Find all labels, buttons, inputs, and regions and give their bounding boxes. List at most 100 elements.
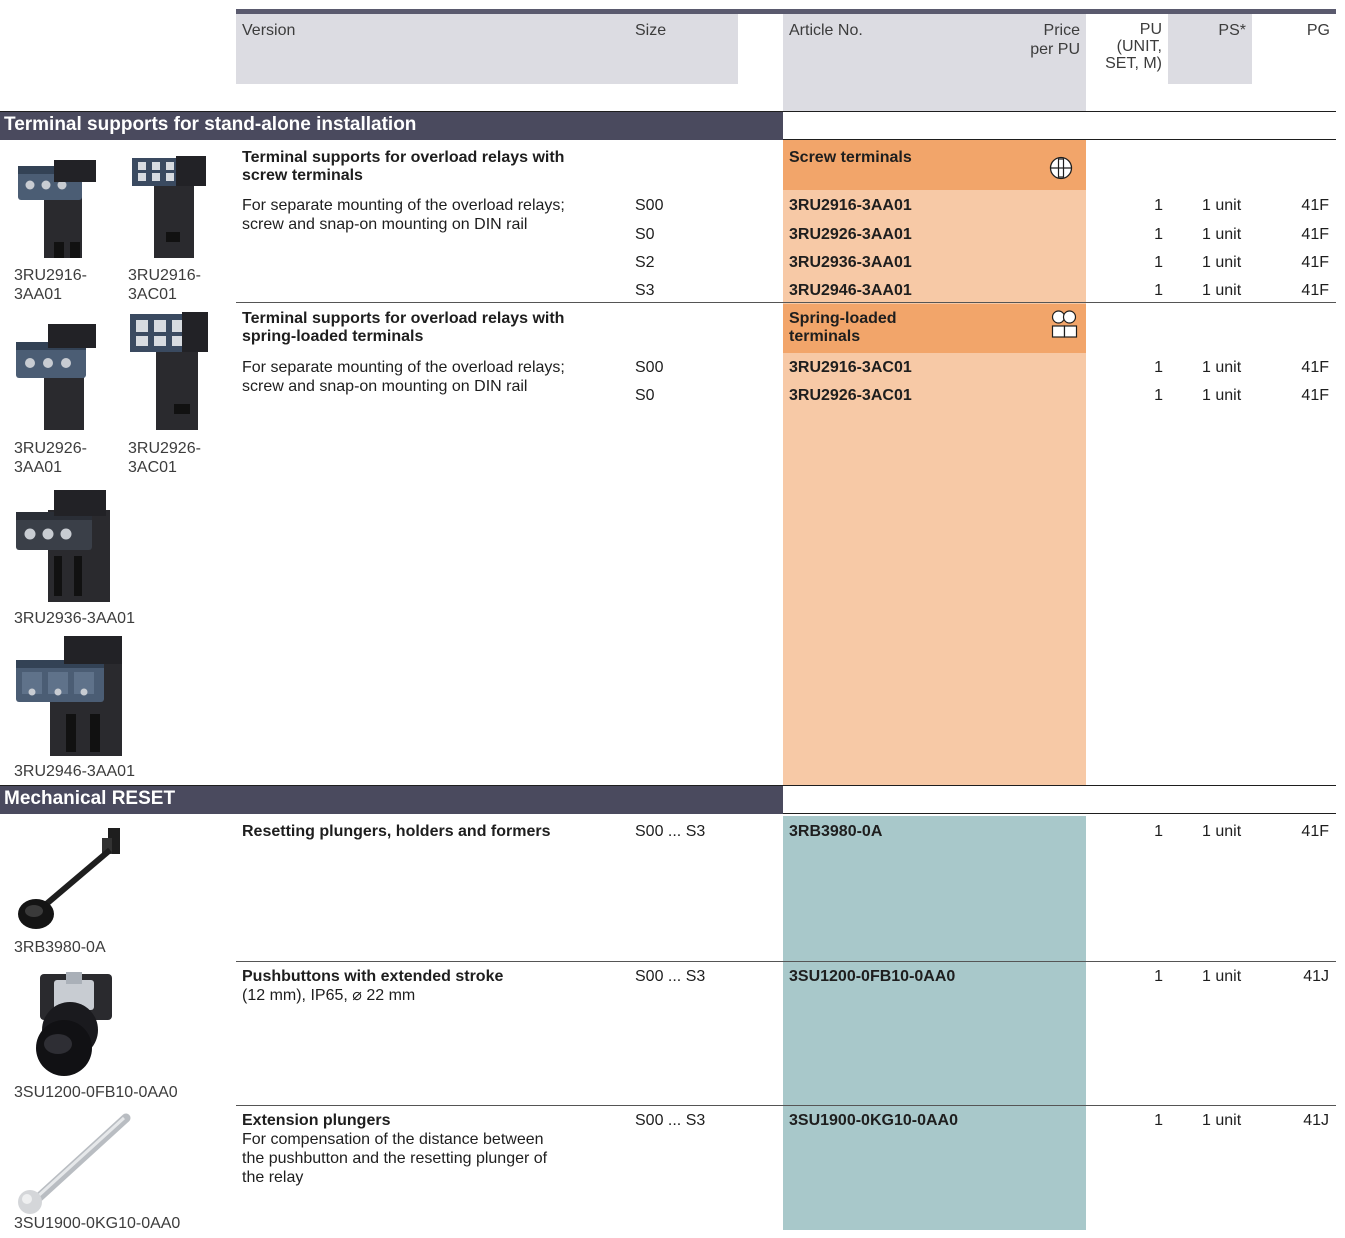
size-cell: S00	[635, 197, 664, 214]
item-title: Resetting plungers, holders and formers	[242, 823, 551, 840]
caption-line2: 3AC01	[128, 459, 177, 476]
pg-cell: 41F	[1301, 359, 1329, 376]
group2-title-line1: Terminal supports for overload relays wi…	[242, 310, 565, 327]
header-pg: PG	[1306, 22, 1330, 39]
header-ps: PS*	[1218, 22, 1246, 39]
product-image-3ru2936-3aa01	[14, 486, 114, 604]
product-image-3ru2946-3aa01	[14, 634, 132, 760]
screw-terminals-label: Screw terminals	[789, 149, 912, 166]
size-cell: S00 ... S3	[635, 1112, 706, 1129]
article-cell: 3RU2936-3AA01	[789, 254, 912, 271]
item-block: Pushbuttons with extended stroke (12 mm)…	[242, 967, 503, 1005]
size-cell: S00 ... S3	[635, 968, 706, 985]
article-cell: 3RU2916-3AA01	[789, 197, 912, 214]
header-pu-line2: (UNIT,	[1116, 38, 1162, 55]
pu-cell: 1	[1154, 823, 1163, 840]
section1-title-bar: Terminal supports for stand-alone instal…	[0, 112, 783, 140]
size-cell: S00 ... S3	[635, 823, 706, 840]
pu-cell: 1	[1154, 387, 1163, 404]
header-pu-line1: PU	[1139, 21, 1162, 38]
spring-terminal-icon	[1050, 309, 1080, 345]
product-image-3rb3980-0a	[14, 824, 134, 934]
group-divider	[236, 302, 1336, 303]
article-cell: 3RU2916-3AC01	[789, 359, 912, 376]
item-divider	[236, 961, 1336, 962]
article-cell: 3RU2926-3AA01	[789, 226, 912, 243]
header-version: Version	[242, 22, 296, 39]
ps-cell: 1 unit	[1202, 282, 1242, 299]
spring-label-line2: terminals	[789, 328, 861, 345]
image-caption: 3RU2916- 3AA01	[14, 266, 87, 304]
size-cell: S3	[635, 282, 655, 299]
ps-cell: 1 unit	[1202, 1112, 1242, 1129]
pu-cell: 1	[1154, 254, 1163, 271]
size-cell: S0	[635, 387, 655, 404]
item-desc-line1: (12 mm), IP65, ⌀ 22 mm	[242, 987, 416, 1004]
image-caption: 3RU2916- 3AC01	[128, 266, 201, 304]
caption-line1: 3RU2926-	[128, 440, 201, 457]
size-cell: S00	[635, 359, 664, 376]
article-cell: 3RU2946-3AA01	[789, 282, 912, 299]
pg-cell: 41F	[1301, 387, 1329, 404]
product-image-3ru2916-3aa01	[14, 152, 104, 262]
screw-terminal-icon	[1048, 155, 1074, 181]
table-row: S3 3RU2946-3AA01 1 1 unit 41F	[0, 281, 1345, 303]
pu-cell: 1	[1154, 359, 1163, 376]
section2-title-rule	[783, 813, 1336, 814]
image-caption: 3RU2926- 3AC01	[128, 439, 201, 477]
article-cell: 3RB3980-0A	[789, 823, 883, 840]
pg-cell: 41J	[1303, 1112, 1329, 1129]
ps-cell: 1 unit	[1202, 197, 1242, 214]
group1-title-line1: Terminal supports for overload relays wi…	[242, 149, 565, 166]
item-title: Extension plungers	[242, 1112, 391, 1129]
image-caption: 3RU2936-3AA01	[14, 610, 135, 627]
pg-cell: 41F	[1301, 197, 1329, 214]
ps-cell: 1 unit	[1202, 254, 1242, 271]
header-article-no: Article No.	[789, 22, 863, 39]
ps-cell: 1 unit	[1202, 968, 1242, 985]
caption-line2: 3AA01	[14, 286, 63, 303]
pg-cell: 41F	[1301, 226, 1329, 243]
product-image-3su1200-0fb10-0aa0	[14, 970, 124, 1080]
ps-cell: 1 unit	[1202, 359, 1242, 376]
header-price-line2: per PU	[1030, 41, 1080, 58]
caption-line2: 3AC01	[128, 286, 177, 303]
product-image-3ru2926-3ac01	[126, 310, 216, 434]
article-column-teal	[783, 816, 1086, 1230]
size-cell: S0	[635, 226, 655, 243]
section2-title-bar: Mechanical RESET	[0, 786, 783, 814]
group2-title-line2: spring-loaded terminals	[242, 328, 424, 345]
pu-cell: 1	[1154, 197, 1163, 214]
product-image-3ru2926-3aa01	[14, 316, 104, 434]
pg-cell: 41F	[1301, 254, 1329, 271]
pg-cell: 41J	[1303, 968, 1329, 985]
header-pu: PU (UNIT, SET, M)	[1080, 21, 1162, 72]
item-desc-line3: the relay	[242, 1169, 304, 1186]
item-desc-line1: For compensation of the distance between	[242, 1131, 544, 1148]
pg-cell: 41F	[1301, 282, 1329, 299]
ps-cell: 1 unit	[1202, 387, 1242, 404]
image-caption: 3RU2926- 3AA01	[14, 439, 87, 477]
caption-line1: 3RU2916-	[128, 267, 201, 284]
image-caption: 3SU1900-0KG10-0AA0	[14, 1215, 181, 1232]
header-pu-line3: SET, M)	[1105, 55, 1162, 72]
caption-line1: 3RU2916-	[14, 267, 87, 284]
group1-title-line2: screw terminals	[242, 167, 363, 184]
pu-cell: 1	[1154, 968, 1163, 985]
spring-terminals-label: Spring-loaded terminals	[789, 310, 897, 346]
pu-cell: 1	[1154, 282, 1163, 299]
group2-title: Terminal supports for overload relays wi…	[242, 310, 564, 346]
header-price: Price per PU	[960, 21, 1080, 59]
item-divider	[236, 1105, 1336, 1106]
header-size: Size	[635, 22, 667, 39]
ps-cell: 1 unit	[1202, 823, 1242, 840]
image-caption: 3RB3980-0A	[14, 939, 106, 956]
item-desc-line2: the pushbutton and the resetting plunger…	[242, 1150, 548, 1167]
caption-line1: 3RU2926-	[14, 440, 87, 457]
image-caption: 3RU2946-3AA01	[14, 763, 135, 780]
caption-line2: 3AA01	[14, 459, 63, 476]
size-cell: S2	[635, 254, 655, 271]
pu-cell: 1	[1154, 1112, 1163, 1129]
ps-cell: 1 unit	[1202, 226, 1242, 243]
article-cell: 3SU1900-0KG10-0AA0	[789, 1112, 958, 1129]
